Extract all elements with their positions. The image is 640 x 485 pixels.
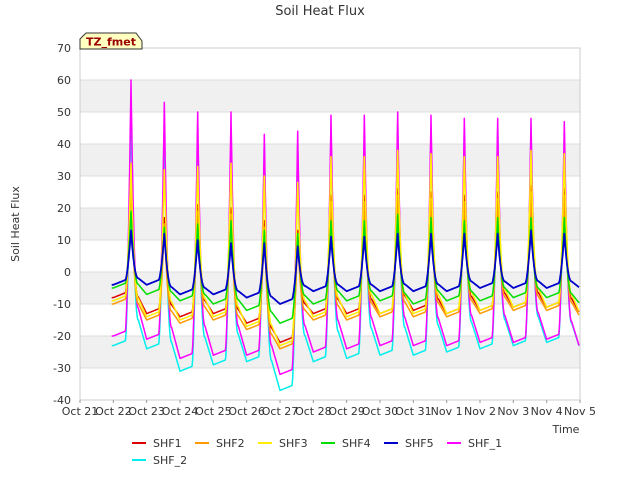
x-tick-label: Oct 26: [228, 405, 265, 418]
x-tick-label: Oct 31: [395, 405, 432, 418]
grid-band: [80, 336, 580, 368]
legend-label: SHF_2: [153, 454, 187, 467]
legend-label: SHF4: [342, 437, 371, 450]
legend-label: SHF3: [279, 437, 308, 450]
legend-label: SHF1: [153, 437, 182, 450]
grid-band: [80, 80, 580, 112]
x-tick-label: Nov 1: [431, 405, 463, 418]
chart-title: Soil Heat Flux: [275, 4, 365, 19]
y-tick-label: -10: [53, 298, 71, 311]
y-tick-label: 20: [57, 202, 71, 215]
x-tick-label: Oct 28: [295, 405, 332, 418]
x-tick-label: Oct 30: [362, 405, 399, 418]
x-tick-label: Oct 29: [328, 405, 365, 418]
y-tick-label: -30: [53, 362, 71, 375]
tz-badge: TZ_fmet: [79, 32, 143, 50]
x-tick-label: Oct 21: [62, 405, 99, 418]
y-tick-label: 40: [57, 138, 71, 151]
y-tick-label: 0: [64, 266, 71, 279]
x-tick-label: Nov 5: [564, 405, 596, 418]
x-tick-label: Oct 23: [128, 405, 165, 418]
tz-badge-label: TZ_fmet: [86, 36, 136, 49]
x-tick-label: Nov 4: [531, 405, 563, 418]
x-tick-label: Oct 25: [195, 405, 232, 418]
legend-label: SHF_1: [468, 437, 502, 450]
x-tick-label: Oct 24: [162, 405, 199, 418]
y-axis-label: Soil Heat Flux: [9, 186, 22, 262]
x-axis-label: Time: [552, 423, 580, 436]
legend-label: SHF2: [216, 437, 245, 450]
x-tick-label: Oct 27: [262, 405, 299, 418]
y-tick-label: 60: [57, 74, 71, 87]
x-tick-label: Oct 22: [95, 405, 132, 418]
y-tick-label: 30: [57, 170, 71, 183]
x-tick-label: Nov 2: [464, 405, 496, 418]
y-tick-label: 70: [57, 42, 71, 55]
y-tick-label: 50: [57, 106, 71, 119]
soil-heat-flux-chart: -40-30-20-10010203040506070 Oct 21Oct 22…: [0, 0, 640, 480]
legend-label: SHF5: [405, 437, 434, 450]
x-tick-label: Nov 3: [497, 405, 529, 418]
y-tick-label: 10: [57, 234, 71, 247]
y-tick-label: -20: [53, 330, 71, 343]
